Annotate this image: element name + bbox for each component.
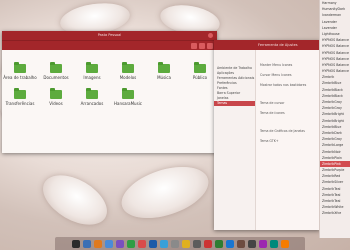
dock-app-icon[interactable] <box>71 239 80 248</box>
menu-icon[interactable] <box>207 43 213 49</box>
dock-app-icon[interactable] <box>258 239 267 248</box>
folder-label: Arrancados <box>80 101 104 106</box>
dock-app-icon[interactable] <box>115 239 124 248</box>
close-icon[interactable] <box>208 33 213 38</box>
file-manager-toolbar <box>2 40 217 50</box>
tweak-tool-title[interactable]: Ferramenta de Ajustes <box>214 40 320 50</box>
folder-icon <box>86 62 98 73</box>
wallpaper-petal <box>115 157 215 228</box>
file-manager-titlebar[interactable]: Pasta Pessoal <box>2 31 217 40</box>
grid-view-icon[interactable] <box>191 43 197 49</box>
folder-label: HansaraMusic <box>113 101 142 106</box>
theme-list-item[interactable]: HYPNOS Balance <box>320 43 350 49</box>
folder-icon <box>158 62 170 73</box>
dock-app-icon[interactable] <box>181 239 190 248</box>
dock-app-icon[interactable] <box>159 239 168 248</box>
dock-app-icon[interactable] <box>170 239 179 248</box>
list-view-icon[interactable] <box>199 43 205 49</box>
folder-label: Transferências <box>5 101 35 106</box>
folder-icon <box>122 88 134 99</box>
dock-app-icon[interactable] <box>137 239 146 248</box>
wallpaper-petal <box>34 165 116 235</box>
settings-option[interactable]: Mostrar todos nos bastidores <box>258 80 320 90</box>
folder-icon <box>50 88 62 99</box>
theme-list-item[interactable]: ZimbrikXfce <box>320 210 350 216</box>
settings-option[interactable]: Manter Menu Icones <box>258 60 320 70</box>
theme-list-item[interactable]: HYPNOS Balance <box>320 50 350 56</box>
folder-icon <box>194 62 206 73</box>
settings-option[interactable]: Tema de Gráficos de Janelas <box>258 126 320 136</box>
folder-icon <box>14 62 26 73</box>
tweak-tool-window: Ferramenta de Ajustes Ambiente de Trabal… <box>214 40 320 230</box>
folder-item[interactable]: Documentos <box>38 62 74 80</box>
folder-label: Música <box>157 75 171 80</box>
dock-app-icon[interactable] <box>192 239 201 248</box>
folder-icon <box>86 88 98 99</box>
dock-app-icon[interactable] <box>93 239 102 248</box>
folder-item[interactable]: Música <box>146 62 182 80</box>
folder-icon <box>50 62 62 73</box>
folder-label: Documentos <box>43 75 69 80</box>
folder-item[interactable]: Área de trabalho <box>2 62 38 80</box>
settings-sidebar: Ambiente de Trabalho Aplicações Ferramenta… <box>214 50 256 230</box>
folder-icon <box>14 88 26 99</box>
dock-app-icon[interactable] <box>269 239 278 248</box>
dock-app-icon[interactable] <box>236 239 245 248</box>
dock-app-icon[interactable] <box>104 239 113 248</box>
settings-sidebar-item[interactable]: Temas <box>214 101 255 106</box>
dock <box>55 237 305 250</box>
theme-list: Harmony HumanityDark Ivanderman Lavender Lav… <box>319 0 350 238</box>
file-manager-title: Pasta Pessoal <box>97 33 122 37</box>
file-manager-window: Pasta Pessoal Área de trabalho Documentos… <box>2 31 217 153</box>
dock-app-icon[interactable] <box>203 239 212 248</box>
folder-icon <box>122 62 134 73</box>
dock-app-icon[interactable] <box>148 239 157 248</box>
dock-app-icon[interactable] <box>82 239 91 248</box>
folder-label: Área de trabalho <box>3 75 37 80</box>
settings-option[interactable]: Tema de ícones <box>258 108 320 118</box>
folder-label: Modelos <box>119 75 137 80</box>
folder-item[interactable]: HansaraMusic <box>110 88 146 106</box>
folder-item[interactable]: Arrancados <box>74 88 110 106</box>
dock-app-icon[interactable] <box>225 239 234 248</box>
folder-item[interactable]: Público <box>182 62 218 80</box>
dock-app-icon[interactable] <box>247 239 256 248</box>
folder-item[interactable]: Vídeos <box>38 88 74 106</box>
dock-app-icon[interactable] <box>214 239 223 248</box>
folder-label: Imagens <box>83 75 101 80</box>
folder-label: Vídeos <box>49 101 63 106</box>
settings-option[interactable]: Tema de cursor <box>258 98 320 108</box>
dock-app-icon[interactable] <box>280 239 289 248</box>
settings-options: Manter Menu Icones Cursor Menu Icones Most… <box>258 50 320 146</box>
folder-item[interactable]: Imagens <box>74 62 110 80</box>
settings-option[interactable]: Cursor Menu Icones <box>258 70 320 80</box>
folder-item[interactable]: Modelos <box>110 62 146 80</box>
folder-item[interactable]: Transferências <box>2 88 38 106</box>
file-grid: Área de trabalho Documentos Imagens Modelos… <box>2 50 217 106</box>
dock-app-icon[interactable] <box>126 239 135 248</box>
settings-option[interactable]: Tema GTK+ <box>258 136 320 146</box>
folder-label: Público <box>192 75 208 80</box>
theme-list-item[interactable]: HYPNOS Balance <box>320 56 350 62</box>
